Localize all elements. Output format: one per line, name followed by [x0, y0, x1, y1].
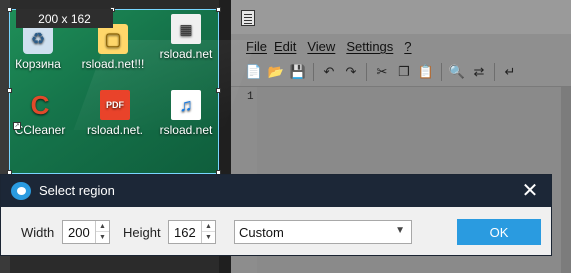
vertical-scrollbar[interactable] [561, 87, 571, 273]
increment-icon[interactable]: ▲ [202, 221, 215, 232]
toolbar-separator [441, 63, 442, 81]
notepad-menubar: File Edit View Settings ? [231, 36, 571, 58]
replace-icon[interactable]: ⇄ [468, 61, 490, 83]
notepad-app-icon [241, 10, 255, 26]
shortcut-arrow-icon: ↗ [13, 122, 21, 130]
resize-handle-top-right[interactable] [216, 7, 221, 12]
height-value[interactable]: 162 [174, 225, 196, 240]
close-icon[interactable]: ✕ [519, 180, 541, 202]
resize-handle-top-left[interactable] [7, 7, 12, 12]
line-number: 1 [247, 91, 254, 103]
toolbar-separator [494, 63, 495, 81]
dialog-title: Select region [39, 183, 115, 198]
undo-icon[interactable]: ↶ [318, 61, 340, 83]
ccleaner-icon: C [30, 89, 50, 120]
desktop-icon-recycle-bin[interactable]: ♻ Корзина [6, 24, 70, 71]
redo-icon[interactable]: ↷ [340, 61, 362, 83]
decrement-icon[interactable]: ▼ [202, 232, 215, 243]
desktop-icon-music[interactable]: ♫ rsload.net [154, 90, 218, 137]
width-value[interactable]: 200 [68, 225, 90, 240]
ok-button[interactable]: OK [457, 219, 541, 245]
select-region-dialog: Select region ✕ Width 200 ▲ ▼ Height 162… [0, 174, 552, 256]
desktop-icon-pdf[interactable]: PDF rsload.net. [83, 90, 147, 137]
copy-icon[interactable]: ❐ [393, 61, 415, 83]
music-file-icon: ♫ [171, 90, 201, 120]
notepad-toolbar: 📄 📂 💾 ↶ ↷ ✂ ❐ 📋 🔍 ⇄ ↵ [231, 59, 571, 85]
width-label: Width [21, 225, 55, 240]
resize-handle-right[interactable] [216, 88, 221, 93]
desktop-icon-label: rsload.net. [86, 123, 144, 137]
desktop-icon-folder[interactable]: ▢ rsload.net!!! [81, 24, 145, 71]
preset-value: Custom [239, 225, 284, 240]
desktop-icon-label: rsload.net [159, 47, 213, 61]
selection-region[interactable]: ♻ Корзина ▢ rsload.net!!! ▦ rsload.net C… [6, 9, 257, 174]
chevron-down-icon: ▼ [395, 225, 405, 236]
increment-icon[interactable]: ▲ [96, 221, 109, 232]
camera-icon [11, 182, 31, 200]
resize-handle-left[interactable] [7, 88, 12, 93]
height-stepper-arrows: ▲ ▼ [201, 221, 215, 243]
menu-settings[interactable]: Settings [346, 36, 400, 58]
preset-select[interactable]: Custom ▼ [234, 220, 412, 244]
region-size-badge: 200 x 162 [16, 9, 113, 28]
width-stepper[interactable]: 200 ▲ ▼ [62, 220, 110, 244]
width-stepper-arrows: ▲ ▼ [95, 221, 109, 243]
menu-help[interactable]: ? [404, 36, 418, 58]
decrement-icon[interactable]: ▼ [96, 232, 109, 243]
menu-view[interactable]: View [307, 36, 342, 58]
dialog-titlebar: Select region ✕ [1, 175, 551, 207]
folder-icon: ▢ [98, 24, 128, 54]
save-icon[interactable]: 💾 [287, 61, 309, 83]
pdf-icon: PDF [100, 90, 130, 120]
desktop-icon-label: Корзина [15, 57, 61, 71]
recycle-bin-icon: ♻ [23, 24, 53, 54]
toolbar-separator [313, 63, 314, 81]
desktop-icon-label: rsload.net!!! [81, 57, 145, 71]
open-folder-icon[interactable]: 📂 [265, 61, 287, 83]
toolbar-separator [366, 63, 367, 81]
word-wrap-icon[interactable]: ↵ [499, 61, 521, 83]
height-label: Height [123, 225, 161, 240]
desktop-icon-app[interactable]: ▦ rsload.net [154, 14, 218, 61]
grid-app-icon: ▦ [171, 14, 201, 44]
paste-icon[interactable]: 📋 [415, 61, 437, 83]
height-stepper[interactable]: 162 ▲ ▼ [168, 220, 216, 244]
notepad-titlebar [231, 0, 571, 34]
find-icon[interactable]: 🔍 [446, 61, 468, 83]
dialog-body: Width 200 ▲ ▼ Height 162 ▲ ▼ Custom ▼ OK [1, 207, 551, 256]
cut-icon[interactable]: ✂ [371, 61, 393, 83]
desktop-icon-label: rsload.net [159, 123, 213, 137]
menu-edit[interactable]: Edit [274, 36, 303, 58]
